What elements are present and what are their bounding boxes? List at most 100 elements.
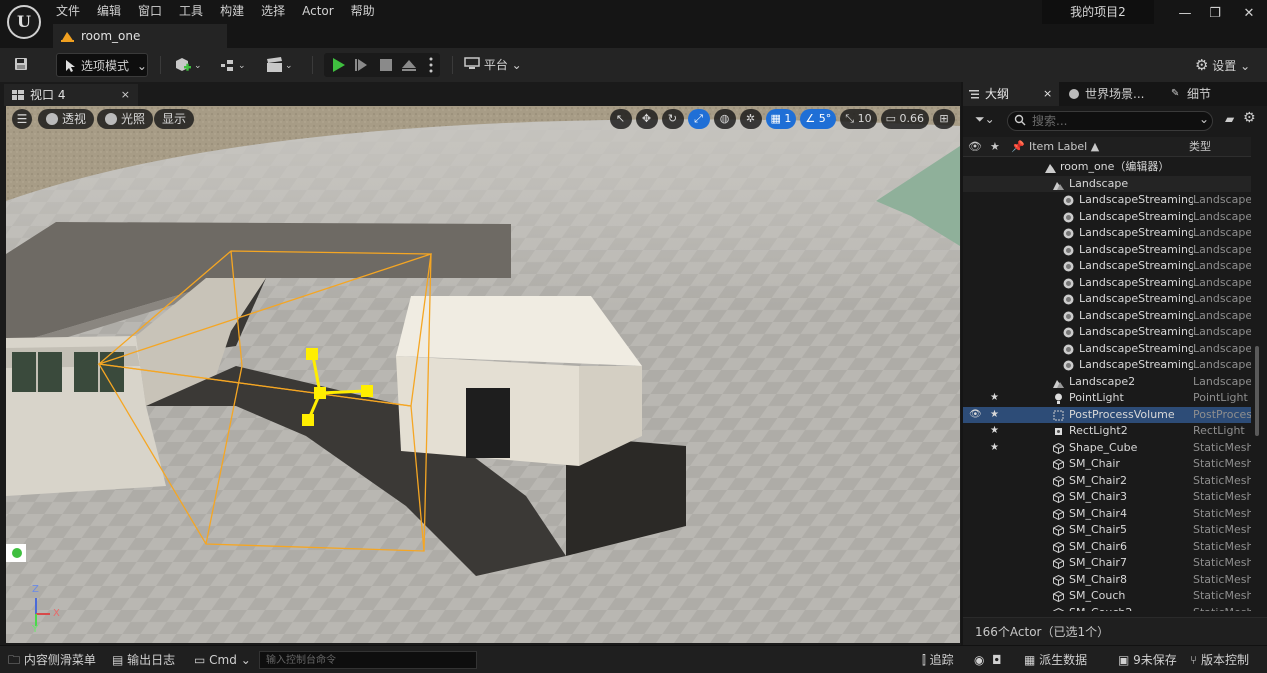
blueprint-button[interactable]: ⌄	[218, 53, 252, 77]
tree-row[interactable]: LandscapeStreamingLandscapeS	[963, 324, 1251, 341]
translate-tool-button[interactable]: ✥	[635, 109, 658, 129]
tree-row[interactable]: SM_Chair5 StaticMesh	[963, 522, 1251, 539]
derived-data-button[interactable]: ▦ 派生数据	[1024, 646, 1087, 673]
grid-snap-button[interactable]: ▦ 1	[765, 109, 797, 129]
tree-row[interactable]: Landscape2 Landscape	[963, 374, 1251, 391]
tree-row[interactable]: ★ Shape_Cube StaticMesh	[963, 440, 1251, 457]
star-icon[interactable]: ★	[990, 390, 999, 407]
outliner-search[interactable]	[1007, 111, 1213, 131]
camera-speed-button[interactable]: ▭ 0.66	[880, 109, 929, 129]
tree-row[interactable]: 👁 ★ PostProcessVolume PostProces	[963, 406, 1251, 424]
scale-snap-button[interactable]: ⤡ 10	[840, 109, 877, 129]
menu-window[interactable]: 窗口	[138, 2, 171, 20]
search-input[interactable]	[1032, 114, 1182, 128]
record-button[interactable]: ◉	[974, 646, 984, 673]
output-log-button[interactable]: ▤ 输出日志	[112, 646, 175, 673]
scale-tool-button[interactable]: ⤢	[687, 109, 710, 129]
tree-row[interactable]: LandscapeStreamingLandscapeS	[963, 341, 1251, 358]
star-icon[interactable]: ★	[990, 440, 999, 457]
perspective-dropdown[interactable]: 透视	[38, 109, 95, 129]
visibility-column-icon[interactable]: 👁	[968, 137, 982, 157]
eject-icon[interactable]	[402, 60, 416, 68]
show-dropdown[interactable]: 显示	[154, 109, 195, 129]
item-label-column[interactable]: Item Label ▲	[1029, 137, 1099, 157]
tree-row[interactable]: SM_Chair2 StaticMesh	[963, 473, 1251, 490]
content-drawer-button[interactable]: 🗀 内容侧滑菜单	[8, 646, 96, 673]
unreal-logo-icon[interactable]: U	[7, 5, 41, 39]
tree-row[interactable]: ★ RectLight2 RectLight	[963, 423, 1251, 440]
star-icon[interactable]: ★	[990, 407, 999, 424]
type-column[interactable]: 类型	[1189, 137, 1211, 157]
view-mode-dropdown[interactable]: 光照	[97, 109, 154, 129]
tab-world-settings[interactable]: 世界场景...	[1063, 82, 1163, 106]
tree-row[interactable]: SM_Chair8 StaticMesh	[963, 572, 1251, 589]
menu-select[interactable]: 选择	[261, 2, 294, 20]
menu-file[interactable]: 文件	[56, 2, 89, 20]
tree-row[interactable]: SM_Chair StaticMesh	[963, 456, 1251, 473]
menu-actor[interactable]: Actor	[302, 2, 343, 20]
save-button[interactable]	[8, 53, 34, 77]
coordinate-space-button[interactable]: ◍	[713, 109, 736, 129]
console-input[interactable]	[259, 651, 477, 669]
level-tab[interactable]: room_one	[53, 24, 227, 48]
tree-row[interactable]: SM_Chair3 StaticMesh	[963, 489, 1251, 506]
viewport-options-button[interactable]: ☰	[12, 109, 32, 129]
tree-row[interactable]: LandscapeStreamingLandscapeS	[963, 225, 1251, 242]
stop-icon[interactable]	[380, 59, 392, 71]
screenshot-button[interactable]: ◘	[992, 646, 1002, 673]
rotate-tool-button[interactable]: ↻	[661, 109, 684, 129]
tree-row[interactable]: LandscapeStreamingLandscapeS	[963, 258, 1251, 275]
source-control-button[interactable]: ⑂ 版本控制	[1190, 646, 1249, 673]
viewport-layout-button[interactable]: ⊞	[933, 109, 955, 129]
tree-root[interactable]: room_one（编辑器）	[963, 159, 1251, 176]
menu-tools[interactable]: 工具	[179, 2, 212, 20]
pinned-column-icon[interactable]: ★	[990, 137, 1000, 157]
add-folder-icon[interactable]: ▰	[1225, 112, 1234, 126]
chevron-down-icon[interactable]: ⌄	[1199, 112, 1209, 126]
close-icon[interactable]: ×	[1043, 82, 1052, 106]
add-actor-button[interactable]: ⌄	[172, 53, 206, 77]
step-icon[interactable]	[358, 59, 367, 71]
menu-help[interactable]: 帮助	[351, 2, 384, 20]
maximize-button[interactable]: ❐	[1204, 4, 1226, 24]
visibility-eye-icon[interactable]: 👁	[969, 407, 982, 424]
platform-dropdown[interactable]: 平台 ⌄	[464, 53, 534, 77]
tree-row[interactable]: LandscapeStreamingLandscapeS	[963, 357, 1251, 374]
tree-row[interactable]: SM_Chair7 StaticMesh	[963, 555, 1251, 572]
pin-icon[interactable]: 📌	[1011, 137, 1025, 157]
tree-row[interactable]: LandscapeStreamingLandscapeS	[963, 209, 1251, 226]
unsaved-button[interactable]: ▣ 9未保存	[1118, 646, 1177, 673]
tree-row[interactable]: LandscapeStreamingLandscapeS	[963, 291, 1251, 308]
trace-button[interactable]: ⫿ 追踪	[922, 646, 954, 673]
tree-row[interactable]: Landscape	[963, 175, 1251, 192]
tab-outliner[interactable]: 大纲 ×	[963, 82, 1059, 106]
tab-details[interactable]: ✎ 细节	[1165, 82, 1265, 106]
minimize-button[interactable]: —	[1174, 4, 1196, 24]
tree-row[interactable]: ★ PointLight PointLight	[963, 390, 1251, 407]
settings-button[interactable]: ⚙ 设置 ⌄	[1195, 53, 1257, 77]
level-viewport[interactable]: Z X Y	[6, 106, 960, 643]
close-icon[interactable]: ×	[121, 84, 130, 106]
angle-snap-button[interactable]: ∠ 5°	[800, 109, 837, 129]
menu-build[interactable]: 构建	[220, 2, 253, 20]
cinematics-button[interactable]: ⌄	[264, 53, 298, 77]
star-icon[interactable]: ★	[990, 423, 999, 440]
viewport-tab[interactable]: 视口 4 ×	[4, 84, 138, 106]
close-window-button[interactable]: ✕	[1238, 4, 1260, 24]
tree-row[interactable]: LandscapeStreamingLandscapeS	[963, 192, 1251, 209]
tree-row[interactable]: SM_Couch2StaticMesh	[963, 605, 1251, 611]
play-icon[interactable]	[333, 58, 345, 72]
tree-row[interactable]: LandscapeStreamingLandscapeS	[963, 308, 1251, 325]
filter-icon[interactable]: ⏷⌄	[975, 112, 995, 127]
surface-snap-button[interactable]: ✲	[739, 109, 762, 129]
gear-icon[interactable]: ⚙	[1243, 110, 1256, 126]
menu-edit[interactable]: 编辑	[97, 2, 130, 20]
outliner-scrollbar[interactable]	[1255, 346, 1259, 436]
cmd-dropdown[interactable]: ▭ Cmd ⌄	[194, 646, 251, 673]
selection-mode-dropdown[interactable]: 选项模式 ⌄	[56, 53, 148, 77]
tree-row[interactable]: LandscapeStreamingLandscapeS	[963, 275, 1251, 292]
select-tool-button[interactable]: ↖	[609, 109, 632, 129]
tree-row[interactable]: SM_Couch StaticMesh	[963, 588, 1251, 605]
tree-row[interactable]: LandscapeStreamingLandscapeS	[963, 242, 1251, 259]
tree-row[interactable]: SM_Chair6 StaticMesh	[963, 539, 1251, 556]
